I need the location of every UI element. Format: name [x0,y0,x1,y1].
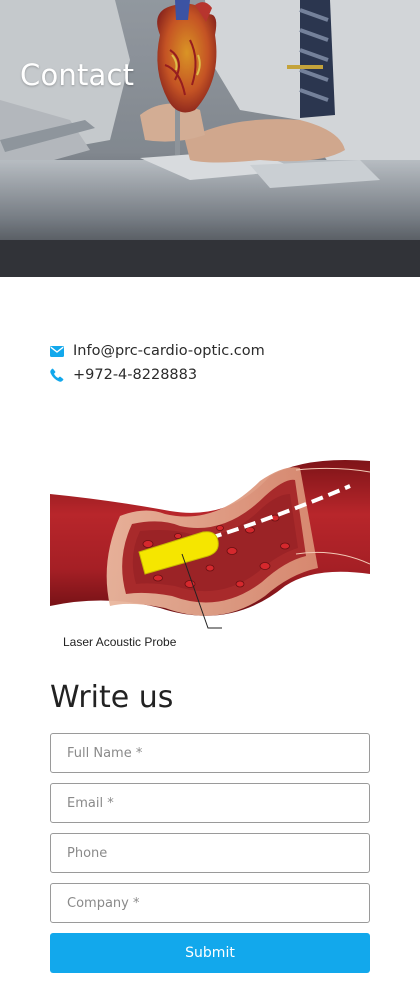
full-name-input[interactable] [50,733,370,773]
contact-email-link[interactable]: Info@prc-cardio-optic.com [73,343,265,359]
email-input[interactable] [50,783,370,823]
hero-banner: Contact [0,0,420,277]
company-input[interactable] [50,883,370,923]
probe-label: Laser Acoustic Probe [63,635,177,649]
hero-photo [0,0,420,277]
envelope-icon [50,344,64,358]
phone-icon [50,368,64,382]
blood-vessel-diagram [50,460,371,629]
page-title: Contact [20,58,135,92]
probe-illustration: Laser Acoustic Probe [50,456,371,656]
contact-phone-row[interactable]: +972-4-8228883 [50,363,370,387]
contact-info: Info@prc-cardio-optic.com +972-4-8228883 [50,339,370,387]
contact-phone-link[interactable]: +972-4-8228883 [73,367,197,383]
phone-input[interactable] [50,833,370,873]
contact-email-row[interactable]: Info@prc-cardio-optic.com [50,339,370,363]
submit-button[interactable]: Submit [50,933,370,973]
form-title: Write us [50,680,174,715]
